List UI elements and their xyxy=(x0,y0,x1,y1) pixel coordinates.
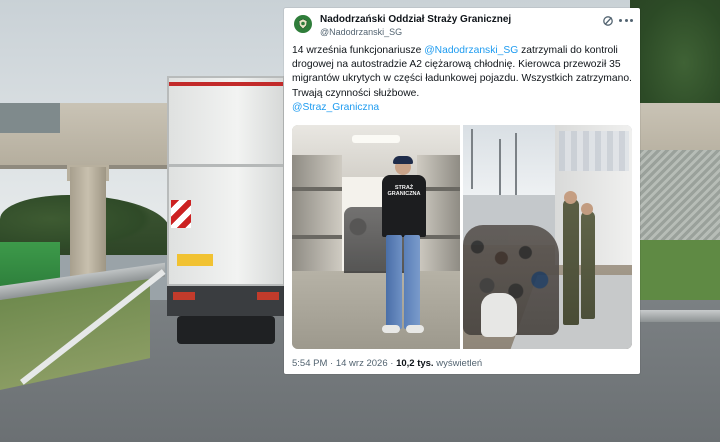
truck-door-seam xyxy=(169,164,283,167)
tweet-time[interactable]: 5:54 PM xyxy=(292,358,327,369)
truck-light-left xyxy=(173,292,195,300)
meta-separator: · xyxy=(390,358,394,369)
guardrail-right xyxy=(636,310,720,322)
author-name[interactable]: Nadodrzański Oddział Straży Granicznej xyxy=(320,14,511,25)
officer-2 xyxy=(581,211,595,319)
pole xyxy=(471,129,473,189)
officer-leg-right xyxy=(404,235,420,329)
officer-1 xyxy=(563,199,579,325)
bridge-shadow xyxy=(0,103,60,133)
officer-1-head xyxy=(564,191,577,204)
media-grid: STRAŻ GRANICZNA xyxy=(292,125,632,349)
tweet-card[interactable]: Nadodrzański Oddział Straży Granicznej @… xyxy=(284,8,640,374)
tweet-text-part1: 14 września funkcjonariusze xyxy=(292,45,425,56)
grok-icon[interactable] xyxy=(602,15,614,27)
avatar[interactable] xyxy=(294,15,312,33)
bridge-pillar xyxy=(70,167,106,287)
pole xyxy=(515,133,517,195)
emblem-icon xyxy=(298,18,308,30)
more-icon[interactable] xyxy=(619,14,633,26)
trailer-strap xyxy=(292,187,342,191)
pole xyxy=(499,139,501,195)
person-white-hoodie xyxy=(481,293,517,337)
author-handle[interactable]: @Nadodrzanski_SG xyxy=(320,27,402,37)
officer-shoe-right xyxy=(406,325,424,333)
truck-wheels xyxy=(177,316,275,344)
mention-link-2[interactable]: @Straz_Graniczna xyxy=(292,102,379,113)
tweet-meta: 5:54 PM · 14 wrz 2026 · 10,2 tys. wyświe… xyxy=(292,358,482,369)
trailer-strap xyxy=(292,235,342,239)
meta-separator: · xyxy=(330,358,334,369)
truck-light-right xyxy=(257,292,279,300)
officer-leg-left xyxy=(386,235,402,329)
trailer-light xyxy=(352,135,400,143)
views-label: wyświetleń xyxy=(436,358,483,369)
officer-2-head xyxy=(581,203,593,215)
truck-bumper xyxy=(167,286,285,316)
trailer-floor xyxy=(292,271,460,349)
tweet-text: 14 września funkcjonariusze @Nadodrzansk… xyxy=(292,44,634,115)
officer-cap xyxy=(393,156,413,164)
refrigerated-truck xyxy=(167,76,285,346)
truck-plate xyxy=(177,254,213,266)
media-photo-trailer[interactable]: STRAŻ GRANICZNA xyxy=(292,125,460,349)
mention-link[interactable]: @Nadodrzanski_SG xyxy=(424,45,518,56)
truck-warning-stripe xyxy=(171,200,191,228)
views-count: 10,2 tys. xyxy=(396,358,434,369)
officer-shoe-left xyxy=(382,325,400,333)
blurred-logo xyxy=(559,131,629,171)
media-photo-roadside[interactable] xyxy=(463,125,632,349)
truck-red-trim xyxy=(169,82,283,86)
officer-jacket-text: STRAŻ GRANICZNA xyxy=(387,185,421,197)
tweet-date[interactable]: 14 wrz 2026 xyxy=(336,358,388,369)
